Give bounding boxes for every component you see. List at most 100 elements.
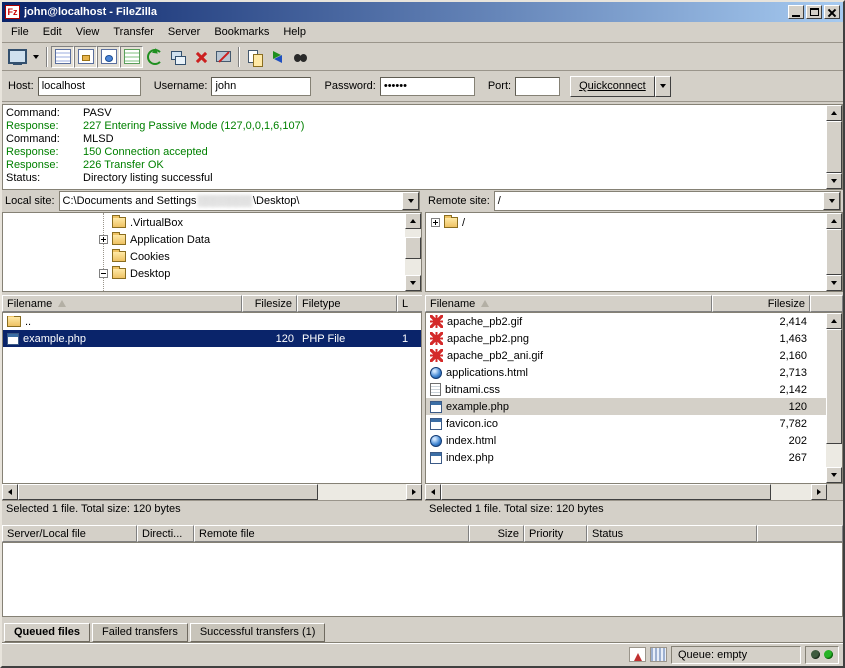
scroll-left-button[interactable] <box>2 484 18 500</box>
quickconnect-button[interactable]: Quickconnect <box>570 76 655 97</box>
combo-dropdown-button[interactable] <box>823 192 840 210</box>
queue-column-remote-file[interactable]: Remote file <box>194 525 469 542</box>
toggle-queue-icon[interactable] <box>120 46 143 68</box>
remote-list-scrollbar[interactable] <box>826 313 842 483</box>
scroll-up-button[interactable] <box>826 105 842 121</box>
local-tree-item[interactable]: Application Data <box>3 231 421 248</box>
refresh-icon[interactable] <box>143 46 166 68</box>
local-site-combo[interactable]: C:\Documents and Settings▒▒▒▒▒▒▒\Desktop… <box>59 191 420 211</box>
local-list-hscrollbar[interactable] <box>2 484 422 500</box>
scroll-track[interactable] <box>405 229 421 237</box>
scroll-thumb[interactable] <box>826 121 842 173</box>
host-input[interactable] <box>38 77 141 96</box>
remote-list-hscrollbar[interactable] <box>425 484 843 500</box>
synchronized-browsing-icon[interactable] <box>266 46 289 68</box>
quickconnect-dropdown[interactable] <box>655 76 671 97</box>
queue-column-size[interactable]: Size <box>469 525 524 542</box>
remote-tree-scrollbar[interactable] <box>826 213 842 291</box>
remote-file-row[interactable]: favicon.ico 7,782 <box>426 415 826 432</box>
menu-view[interactable]: View <box>69 23 107 41</box>
menu-edit[interactable]: Edit <box>36 23 69 41</box>
find-files-icon[interactable] <box>289 46 312 68</box>
scroll-thumb[interactable] <box>441 484 771 500</box>
remote-column-filesize[interactable]: Filesize <box>712 295 810 312</box>
local-column-filetype[interactable]: Filetype <box>297 295 397 312</box>
remote-file-row[interactable]: index.html 202 <box>426 432 826 449</box>
site-manager-icon[interactable] <box>6 46 29 68</box>
cancel-operation-icon[interactable] <box>189 46 212 68</box>
tree-expander-icon[interactable] <box>99 235 108 244</box>
scroll-right-button[interactable] <box>811 484 827 500</box>
menu-server[interactable]: Server <box>161 23 207 41</box>
scroll-thumb[interactable] <box>18 484 318 500</box>
transfer-queue-list[interactable] <box>2 542 843 617</box>
toggle-message-log-icon[interactable] <box>51 46 74 68</box>
close-button[interactable] <box>824 5 840 19</box>
remote-file-row[interactable]: applications.html 2,713 <box>426 364 826 381</box>
scroll-up-button[interactable] <box>405 213 421 229</box>
remote-file-row[interactable]: example.php 120 <box>426 398 826 415</box>
menu-transfer[interactable]: Transfer <box>106 23 161 41</box>
scroll-up-button[interactable] <box>826 213 842 229</box>
menu-file[interactable]: File <box>4 23 36 41</box>
queue-column-direction[interactable]: Directi... <box>137 525 194 542</box>
queue-column-server-local-file[interactable]: Server/Local file <box>2 525 137 542</box>
remote-column-filename[interactable]: Filename <box>425 295 712 312</box>
tab-failed-transfers[interactable]: Failed transfers <box>92 623 188 642</box>
log-scrollbar[interactable] <box>826 105 842 189</box>
local-tree-scrollbar[interactable] <box>405 213 421 291</box>
keyboard-icon[interactable] <box>650 647 667 662</box>
tab-queued-files[interactable]: Queued files <box>4 623 90 642</box>
local-file-row[interactable]: .. <box>3 313 421 330</box>
remote-file-row[interactable]: apache_pb2.png 1,463 <box>426 330 826 347</box>
username-input[interactable] <box>211 77 311 96</box>
menu-bookmarks[interactable]: Bookmarks <box>207 23 276 41</box>
remote-file-row[interactable]: bitnami.css 2,142 <box>426 381 826 398</box>
local-column-filename[interactable]: Filename <box>2 295 242 312</box>
local-column-filesize[interactable]: Filesize <box>242 295 297 312</box>
scroll-up-button[interactable] <box>826 313 842 329</box>
port-input[interactable] <box>515 77 560 96</box>
remote-file-row[interactable]: apache_pb2_ani.gif 2,160 <box>426 347 826 364</box>
scroll-down-button[interactable] <box>826 467 842 483</box>
document-icon[interactable] <box>629 647 646 662</box>
local-column-last-modified[interactable]: L <box>397 295 422 312</box>
remote-file-row[interactable]: index.php 267 <box>426 449 826 466</box>
scroll-track[interactable] <box>771 484 811 500</box>
scroll-track[interactable] <box>405 259 421 275</box>
tree-expander-icon[interactable] <box>431 218 440 227</box>
directory-comparison-icon[interactable] <box>243 46 266 68</box>
password-input[interactable] <box>380 77 475 96</box>
local-file-row[interactable]: example.php 120 PHP File 1 <box>3 330 421 347</box>
local-tree-item[interactable]: Desktop <box>3 265 421 282</box>
maximize-button[interactable] <box>806 5 822 19</box>
title-bar[interactable]: Fz john@localhost - FileZilla <box>2 2 843 22</box>
scroll-down-button[interactable] <box>405 275 421 291</box>
remote-site-combo[interactable]: / <box>494 191 841 211</box>
toggle-remote-tree-icon[interactable] <box>97 46 120 68</box>
local-tree-item[interactable]: Cookies <box>3 248 421 265</box>
combo-dropdown-button[interactable] <box>402 192 419 210</box>
scroll-thumb[interactable] <box>826 329 842 444</box>
scroll-track[interactable] <box>318 484 406 500</box>
scroll-thumb[interactable] <box>405 237 421 259</box>
scroll-left-button[interactable] <box>425 484 441 500</box>
menu-help[interactable]: Help <box>276 23 313 41</box>
site-manager-dropdown-icon[interactable] <box>29 46 43 68</box>
tree-expander-icon[interactable] <box>99 269 108 278</box>
process-queue-icon[interactable] <box>166 46 189 68</box>
minimize-button[interactable] <box>788 5 804 19</box>
local-tree-item[interactable]: .VirtualBox <box>3 214 421 231</box>
scroll-track[interactable] <box>826 444 842 467</box>
queue-column-priority[interactable]: Priority <box>524 525 587 542</box>
scroll-down-button[interactable] <box>826 173 842 189</box>
scroll-down-button[interactable] <box>826 275 842 291</box>
scroll-thumb[interactable] <box>826 229 842 275</box>
toggle-local-tree-icon[interactable] <box>74 46 97 68</box>
tab-successful-transfers[interactable]: Successful transfers (1) <box>190 623 326 642</box>
disconnect-icon[interactable] <box>212 46 235 68</box>
queue-column-status[interactable]: Status <box>587 525 757 542</box>
remote-file-row[interactable]: apache_pb2.gif 2,414 <box>426 313 826 330</box>
remote-tree-item[interactable]: / <box>426 214 842 231</box>
scroll-right-button[interactable] <box>406 484 422 500</box>
